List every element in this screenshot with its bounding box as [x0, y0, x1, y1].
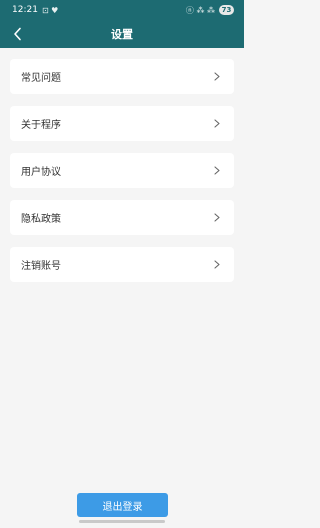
app-header: 12:21 ⊡ ♥ ⓝ ⁂ ⁂ 73 设置	[0, 0, 244, 48]
menu-item-label: 注销账号	[21, 261, 61, 272]
title-bar: 设置	[0, 20, 244, 48]
status-left: 12:21 ⊡ ♥	[12, 5, 58, 15]
home-indicator	[79, 520, 165, 523]
chevron-right-icon	[212, 260, 222, 270]
menu-item-about[interactable]: 关于程序	[10, 106, 234, 141]
menu-item-label: 常见问题	[21, 73, 61, 84]
chevron-left-icon	[14, 27, 21, 41]
notification-icons: ⊡ ♥	[41, 5, 59, 15]
menu-item-label: 隐私政策	[21, 214, 61, 225]
signal-icons: ⓝ ⁂ ⁂	[185, 5, 215, 15]
page-title: 设置	[111, 28, 133, 41]
menu-item-label: 用户协议	[21, 167, 61, 178]
logout-button[interactable]: 退出登录	[77, 493, 168, 517]
menu-item-label: 关于程序	[21, 120, 61, 131]
menu-item-faq[interactable]: 常见问题	[10, 59, 234, 94]
chevron-right-icon	[212, 213, 222, 223]
settings-menu: 常见问题 关于程序 用户协议 隐私政策 注销账号	[10, 59, 234, 294]
chevron-right-icon	[212, 72, 222, 82]
status-right: ⓝ ⁂ ⁂ 73	[186, 5, 234, 16]
battery-icon: 73	[219, 5, 234, 15]
status-bar: 12:21 ⊡ ♥ ⓝ ⁂ ⁂ 73	[0, 0, 244, 20]
menu-item-delete-account[interactable]: 注销账号	[10, 247, 234, 282]
menu-item-privacy-policy[interactable]: 隐私政策	[10, 200, 234, 235]
chevron-right-icon	[212, 119, 222, 129]
status-time: 12:21	[12, 5, 38, 15]
back-button[interactable]	[6, 22, 30, 46]
menu-item-user-agreement[interactable]: 用户协议	[10, 153, 234, 188]
chevron-right-icon	[212, 166, 222, 176]
